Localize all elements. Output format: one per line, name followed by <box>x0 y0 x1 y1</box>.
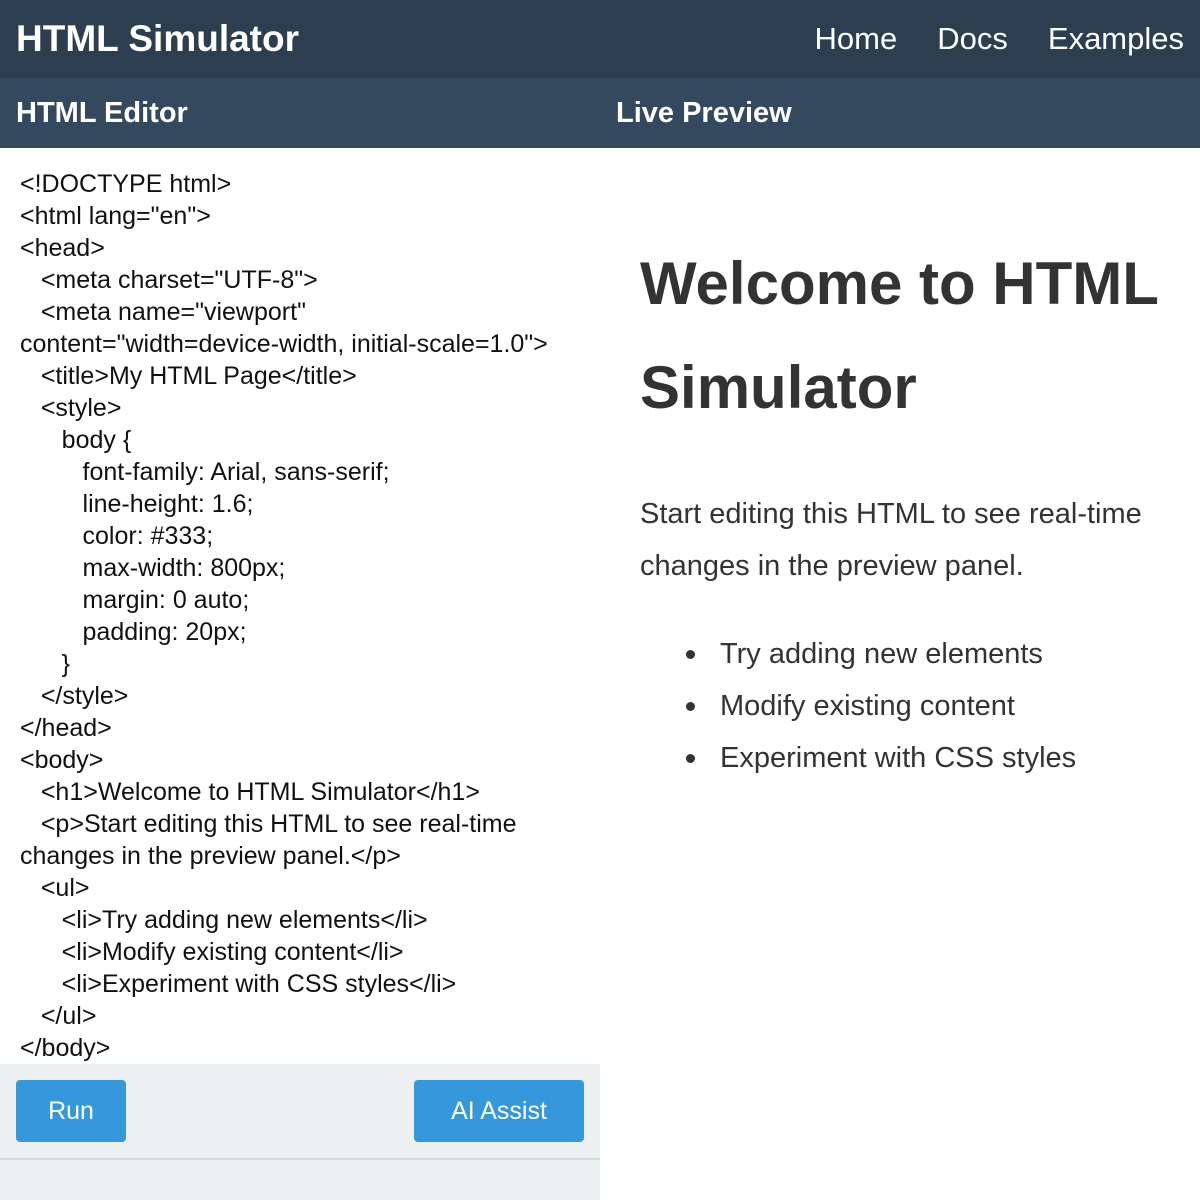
preview-list-item: Experiment with CSS styles <box>686 732 1160 784</box>
code-line: </head> <box>20 714 112 742</box>
preview-panel-title: Live Preview <box>600 78 1200 148</box>
code-line: <head> <box>20 234 105 262</box>
code-line: padding: 20px; <box>20 618 247 646</box>
code-line: } <box>20 650 71 678</box>
code-line: <style> <box>20 394 122 422</box>
app-title: HTML Simulator <box>16 18 299 59</box>
preview-paragraph: Start editing this HTML to see real-time… <box>640 498 1142 582</box>
preview-list-item: Modify existing content <box>686 680 1160 732</box>
code-line: <ul> <box>20 874 90 902</box>
list-item-text: Experiment with CSS styles <box>720 742 1077 774</box>
bullet-icon <box>686 702 695 711</box>
preview-list-item: Try adding new elements <box>686 628 1160 680</box>
ai-assist-button[interactable]: AI Assist <box>414 1080 584 1142</box>
code-line: <p>Start editing this HTML to see real-t… <box>20 810 517 838</box>
code-line: <!DOCTYPE html> <box>20 170 232 198</box>
nav-home-link[interactable]: Home <box>815 16 898 62</box>
main-nav: Home Docs Examples <box>815 16 1184 62</box>
code-line: body { <box>20 426 132 454</box>
bullet-icon <box>686 650 695 659</box>
top-navbar: HTML Simulator Home Docs Examples <box>0 0 1200 78</box>
editor-footer <box>0 1160 600 1200</box>
code-line: changes in the preview panel.</p> <box>20 842 401 870</box>
html-editor[interactable]: <!DOCTYPE html> <html lang="en"> <head> <m… <box>0 148 600 1064</box>
list-item-text: Try adding new elements <box>720 638 1043 670</box>
code-line: <li>Modify existing content</li> <box>20 938 404 966</box>
preview-list: Try adding new elements Modify existing … <box>640 628 1160 784</box>
code-line: <h1>Welcome to HTML Simulator</h1> <box>20 778 480 806</box>
code-line: color: #333; <box>20 522 214 550</box>
nav-examples-link[interactable]: Examples <box>1048 16 1184 62</box>
code-line: <li>Experiment with CSS styles</li> <box>20 970 457 998</box>
code-line: <html lang="en"> <box>20 202 211 230</box>
code-line: <meta name="viewport" <box>20 298 306 326</box>
code-line: font-family: Arial, sans-serif; <box>20 458 390 486</box>
preview-heading: Welcome to HTML Simulator <box>640 250 1158 421</box>
code-line: </style> <box>20 682 129 710</box>
code-line: <meta charset="UTF-8"> <box>20 266 318 294</box>
bullet-icon <box>686 754 695 763</box>
run-button[interactable]: Run <box>16 1080 126 1142</box>
code-line: <li>Try adding new elements</li> <box>20 906 428 934</box>
code-line: <body> <box>20 746 104 774</box>
code-line: <title>My HTML Page</title> <box>20 362 357 390</box>
nav-docs-link[interactable]: Docs <box>937 16 1008 62</box>
code-line: </ul> <box>20 1002 97 1030</box>
code-line: content="width=device-width, initial-sca… <box>20 330 548 358</box>
code-line: margin: 0 auto; <box>20 586 250 614</box>
code-line: line-height: 1.6; <box>20 490 254 518</box>
code-line: </body> <box>20 1034 111 1062</box>
code-text-area[interactable]: <!DOCTYPE html> <html lang="en"> <head> <m… <box>20 168 600 1064</box>
live-preview-pane: Welcome to HTML Simulator Start editing … <box>600 148 1200 1200</box>
editor-panel-title: HTML Editor <box>0 78 600 148</box>
list-item-text: Modify existing content <box>720 690 1015 722</box>
code-line: max-width: 800px; <box>20 554 286 582</box>
editor-toolbar: Run AI Assist <box>0 1064 600 1160</box>
